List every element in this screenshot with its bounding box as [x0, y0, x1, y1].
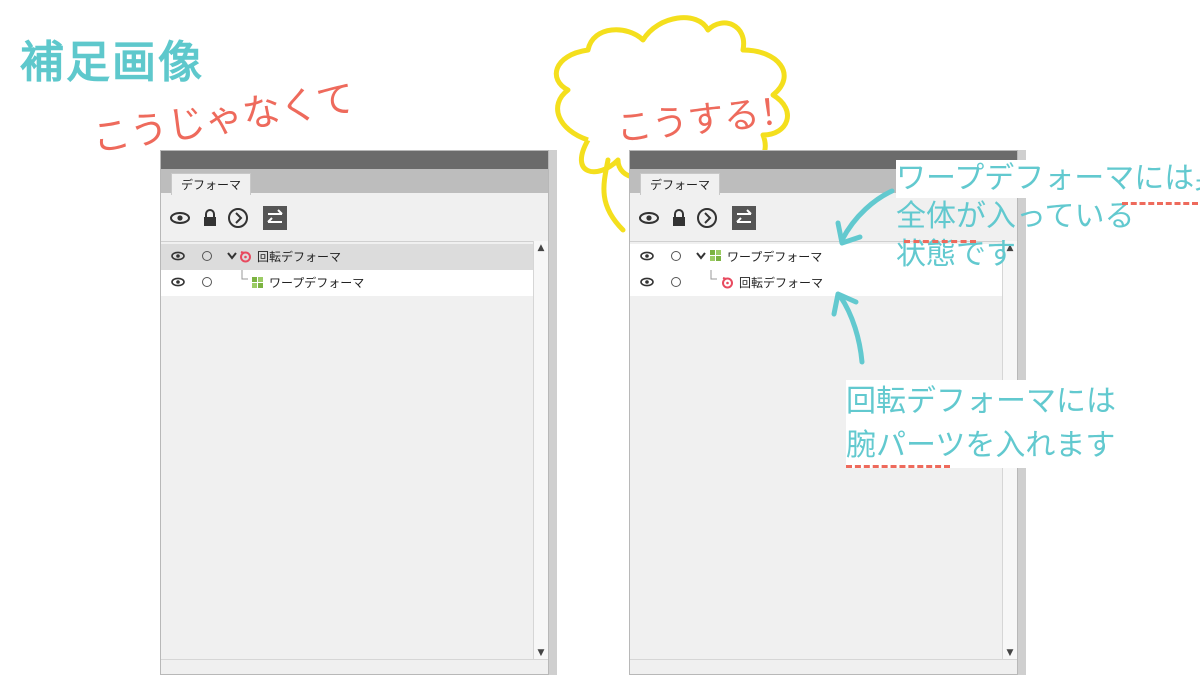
tree-line — [241, 270, 248, 280]
warp-deformer-icon — [710, 250, 721, 261]
note-warp: ワープデフォーマには身体 全体が入っている 状態です — [896, 160, 1200, 274]
deformer-panel-left: デフォーマ 回転デフォーマ ワープデフォーマ ▲ ▼ — [160, 150, 549, 675]
swap-icon[interactable] — [732, 206, 756, 230]
lock-toggle-icon[interactable] — [671, 277, 681, 287]
note-line: 腕パーツを入れます — [846, 428, 1116, 463]
eye-icon[interactable] — [171, 277, 185, 287]
lock-icon[interactable] — [199, 207, 221, 229]
page-title: 補足画像 — [20, 37, 204, 88]
eye-icon[interactable] — [638, 207, 660, 229]
rotation-deformer-icon — [240, 251, 251, 263]
lock-toggle-icon[interactable] — [671, 251, 681, 261]
deformer-label: 回転デフォーマ — [739, 276, 824, 290]
note-line: 回転デフォーマには — [846, 384, 1116, 419]
tab-deformer[interactable]: デフォーマ — [171, 173, 251, 195]
underline-mark — [904, 240, 976, 243]
lock-toggle-icon[interactable] — [202, 251, 212, 261]
horizontal-scrollbar[interactable] — [161, 659, 548, 674]
eye-icon[interactable] — [171, 251, 185, 261]
underline-mark — [846, 465, 950, 468]
panel-titlebar — [161, 151, 548, 169]
eye-icon[interactable] — [640, 251, 654, 261]
eye-icon[interactable] — [640, 277, 654, 287]
list-item[interactable]: 回転デフォーマ — [161, 244, 534, 270]
list-item[interactable]: ワープデフォーマ — [161, 270, 534, 296]
chevron-right-circle-icon[interactable] — [696, 207, 718, 229]
deformer-label: ワープデフォーマ — [727, 250, 823, 264]
lock-toggle-icon[interactable] — [202, 277, 212, 287]
arrow-icon — [831, 291, 865, 365]
underline-mark — [1122, 202, 1198, 205]
chevron-right-circle-icon[interactable] — [227, 207, 249, 229]
tab-deformer[interactable]: デフォーマ — [640, 173, 720, 195]
vertical-scrollbar[interactable]: ▲ ▼ — [533, 241, 548, 660]
panel-edge — [549, 150, 557, 675]
deformer-label: 回転デフォーマ — [257, 250, 342, 264]
chevron-down-icon[interactable] — [227, 252, 237, 260]
lock-icon[interactable] — [668, 207, 690, 229]
deformer-list: 回転デフォーマ ワープデフォーマ — [161, 241, 534, 660]
chevron-up-icon[interactable]: ▲ — [534, 241, 548, 255]
panel-toolbar — [161, 195, 548, 239]
deformer-label: ワープデフォーマ — [269, 276, 365, 290]
note-line: ワープデフォーマには身体 — [896, 160, 1200, 198]
chevron-down-icon[interactable] — [696, 252, 706, 260]
warp-deformer-icon — [252, 277, 263, 288]
tree-line — [710, 270, 717, 280]
rotation-deformer-icon — [722, 277, 733, 289]
note-rotation: 回転デフォーマには 腕パーツを入れます — [846, 380, 1146, 468]
horizontal-scrollbar[interactable] — [630, 659, 1017, 674]
eye-icon[interactable] — [169, 207, 191, 229]
chevron-down-icon[interactable]: ▼ — [534, 646, 548, 660]
arrow-icon — [835, 188, 895, 246]
chevron-down-icon[interactable]: ▼ — [1003, 646, 1017, 660]
swap-icon[interactable] — [263, 206, 287, 230]
